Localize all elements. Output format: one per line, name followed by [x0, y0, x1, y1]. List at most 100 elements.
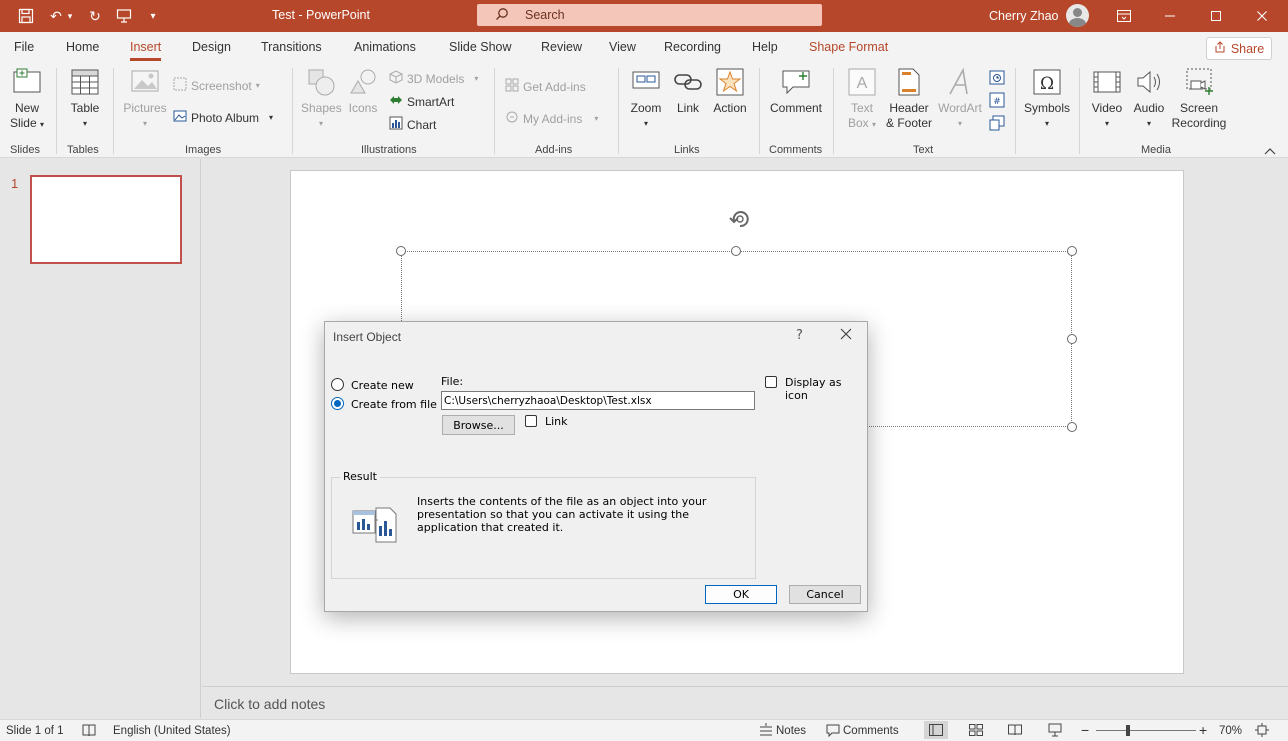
3d-models-button[interactable]: 3D Models ▾	[389, 70, 478, 87]
display-as-icon-checkbox[interactable]	[765, 376, 777, 388]
share-button[interactable]: Share	[1206, 37, 1272, 60]
slide-sorter-icon[interactable]	[969, 724, 983, 739]
slide-number-icon[interactable]: #	[989, 92, 1005, 111]
create-from-file-radio[interactable]	[331, 397, 344, 410]
maximize-icon[interactable]	[1206, 6, 1226, 26]
svg-text:#: #	[993, 97, 1001, 107]
undo-icon[interactable]: ↶	[46, 6, 66, 26]
pictures-button[interactable]: Pictures ▾	[122, 66, 168, 131]
header-footer-button[interactable]: Header & Footer	[884, 66, 934, 131]
tab-slide-show[interactable]: Slide Show	[449, 40, 512, 54]
tab-transitions[interactable]: Transitions	[261, 40, 322, 54]
comment-button[interactable]: Comment	[768, 66, 824, 116]
zoom-slider-thumb[interactable]	[1126, 725, 1130, 736]
photo-album-button[interactable]: Photo Album ▾	[173, 109, 273, 126]
video-button[interactable]: Video ▾	[1088, 66, 1126, 131]
chart-button[interactable]: Chart	[389, 116, 436, 133]
collapse-ribbon-icon[interactable]	[1264, 146, 1276, 158]
comments-toggle-icon[interactable]	[826, 723, 840, 740]
shapes-button[interactable]: Shapes ▾	[301, 66, 342, 131]
help-icon[interactable]: ?	[796, 328, 803, 343]
tab-file[interactable]: File	[14, 40, 34, 54]
new-slide-button[interactable]: New Slide ▾	[8, 66, 46, 132]
browse-button[interactable]: Browse...	[442, 415, 515, 435]
get-addins-button[interactable]: Get Add-ins	[505, 78, 586, 95]
resize-handle-top-center[interactable]	[731, 246, 741, 256]
language-status[interactable]: English (United States)	[113, 725, 231, 737]
action-label: Action	[713, 101, 747, 115]
screenshot-icon	[173, 77, 187, 94]
table-button[interactable]: Table ▾	[68, 66, 102, 131]
save-icon[interactable]	[16, 6, 36, 26]
dialog-close-icon[interactable]	[839, 326, 853, 345]
undo-dropdown-icon[interactable]: ▾	[64, 6, 76, 26]
ok-button[interactable]: OK	[705, 585, 777, 604]
resize-handle-bottom-right[interactable]	[1067, 422, 1077, 432]
redo-icon[interactable]: ↻	[85, 6, 105, 26]
photo-album-label: Photo Album	[191, 110, 260, 125]
link-checkbox[interactable]	[525, 415, 537, 427]
notes-toggle-icon[interactable]	[759, 723, 773, 740]
my-addins-button[interactable]: My Add-ins ▾	[505, 110, 598, 127]
symbols-button[interactable]: Ω Symbols ▾	[1021, 66, 1073, 131]
comments-toggle[interactable]: Comments	[843, 725, 899, 737]
object-icon[interactable]	[989, 115, 1005, 134]
tab-shape-format[interactable]: Shape Format	[809, 40, 888, 54]
date-time-icon[interactable]	[989, 69, 1005, 88]
chevron-down-icon: ▾	[269, 113, 274, 122]
normal-view-icon[interactable]	[924, 721, 948, 739]
tab-animations[interactable]: Animations	[354, 40, 416, 54]
link-checkbox-label[interactable]: Link	[545, 415, 568, 428]
tab-help[interactable]: Help	[752, 40, 778, 54]
notes-pane[interactable]: Click to add notes	[202, 686, 1288, 718]
screen-recording-button[interactable]: Screen Recording	[1170, 66, 1228, 131]
wordart-button[interactable]: WordArt ▾	[936, 66, 984, 131]
audio-button[interactable]: Audio ▾	[1130, 66, 1168, 131]
spelling-icon[interactable]	[82, 723, 96, 740]
reading-view-icon[interactable]	[1008, 724, 1022, 739]
search-box[interactable]: Search	[477, 4, 822, 26]
icons-button[interactable]: Icons	[346, 66, 380, 116]
link-button[interactable]: Link	[672, 66, 704, 116]
tab-review[interactable]: Review	[541, 40, 582, 54]
tab-home[interactable]: Home	[66, 40, 99, 54]
create-from-file-label[interactable]: Create from file	[351, 398, 437, 411]
zoom-icon	[630, 66, 662, 98]
avatar[interactable]	[1066, 4, 1089, 27]
rotate-handle-icon[interactable]	[727, 208, 749, 230]
present-icon[interactable]	[114, 6, 134, 26]
zoom-out-icon[interactable]: −	[1081, 722, 1089, 738]
zoom-level[interactable]: 70%	[1219, 725, 1242, 737]
tab-recording[interactable]: Recording	[664, 40, 721, 54]
search-placeholder: Search	[525, 8, 565, 22]
user-name[interactable]: Cherry Zhao	[989, 9, 1058, 23]
resize-handle-middle-right[interactable]	[1067, 334, 1077, 344]
tab-design[interactable]: Design	[192, 40, 231, 54]
file-path-input[interactable]	[441, 391, 755, 410]
zoom-button[interactable]: Zoom ▾	[627, 66, 665, 131]
create-new-label[interactable]: Create new	[351, 379, 414, 392]
minimize-icon[interactable]	[1160, 6, 1180, 26]
tab-insert[interactable]: Insert	[130, 40, 162, 61]
text-box-button[interactable]: A Text Box ▾	[843, 66, 881, 132]
audio-label: Audio	[1133, 101, 1165, 115]
screenshot-button[interactable]: Screenshot ▾	[173, 77, 260, 94]
customize-toolbar-icon[interactable]: ▾	[143, 6, 163, 26]
zoom-slider[interactable]	[1096, 730, 1196, 731]
display-as-icon-label[interactable]: Display as icon	[785, 376, 867, 402]
resize-handle-top-left[interactable]	[396, 246, 406, 256]
slide-show-view-icon[interactable]	[1048, 723, 1062, 740]
resize-handle-top-right[interactable]	[1067, 246, 1077, 256]
cancel-button[interactable]: Cancel	[789, 585, 861, 604]
fit-to-window-icon[interactable]	[1255, 723, 1269, 740]
close-icon[interactable]	[1252, 6, 1272, 26]
create-new-radio[interactable]	[331, 378, 344, 391]
notes-toggle[interactable]: Notes	[776, 725, 806, 737]
action-icon	[714, 66, 746, 98]
slide-thumbnail[interactable]	[30, 175, 182, 264]
ribbon-display-icon[interactable]	[1114, 6, 1134, 26]
action-button[interactable]: Action	[710, 66, 750, 116]
smartart-button[interactable]: SmartArt	[389, 93, 454, 110]
tab-view[interactable]: View	[609, 40, 636, 54]
zoom-in-icon[interactable]: +	[1199, 722, 1207, 738]
